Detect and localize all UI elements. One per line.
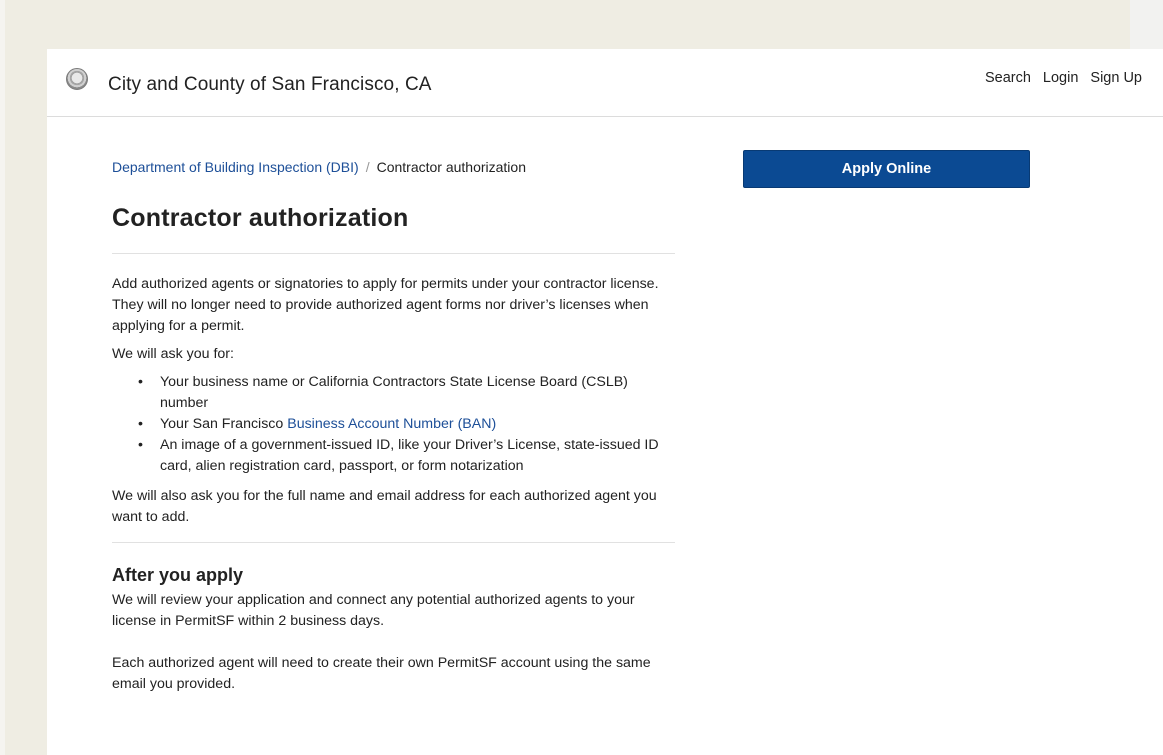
agent-account-text: Each authorized agent will need to creat… — [112, 655, 651, 692]
list-item: An image of a government-issued ID, like… — [138, 435, 675, 477]
backdrop-strip — [0, 0, 5, 755]
requirement-text: An image of a government-issued ID, like… — [160, 437, 659, 474]
divider — [112, 253, 675, 254]
also-text: We will also ask you for the full name a… — [112, 488, 657, 525]
site-header: City and County of San Francisco, CA Sea… — [47, 49, 1163, 117]
breadcrumb-separator: / — [365, 159, 370, 175]
ban-link[interactable]: Business Account Number (BAN) — [287, 416, 496, 432]
ask-heading: We will ask you for: — [112, 346, 234, 362]
top-nav: Search Login Sign Up — [985, 70, 1142, 86]
breadcrumb-dbi-link[interactable]: Department of Building Inspection (DBI) — [112, 159, 359, 175]
main-content: Department of Building Inspection (DBI) /… — [112, 159, 675, 695]
list-item: Your San Francisco Business Account Numb… — [138, 414, 675, 435]
breadcrumb: Department of Building Inspection (DBI) /… — [112, 159, 675, 175]
intro-text: Add authorized agents or signatories to … — [112, 276, 659, 334]
requirement-text: Your San Francisco — [160, 416, 288, 432]
search-link[interactable]: Search — [985, 70, 1031, 86]
list-item: Your business name or California Contrac… — [138, 372, 675, 414]
page-title: Contractor authorization — [112, 204, 409, 232]
requirement-text: Your business name or California Contrac… — [160, 374, 628, 411]
apply-online-button[interactable]: Apply Online — [743, 150, 1030, 188]
breadcrumb-current: Contractor authorization — [376, 159, 526, 175]
city-seal-icon[interactable] — [66, 68, 88, 90]
after-apply-heading: After you apply — [112, 565, 244, 585]
site-title[interactable]: City and County of San Francisco, CA — [108, 74, 432, 96]
requirements-list: Your business name or California Contrac… — [112, 372, 675, 477]
divider — [112, 542, 675, 543]
after-apply-text: We will review your application and conn… — [112, 592, 635, 629]
login-link[interactable]: Login — [1043, 70, 1078, 86]
signup-link[interactable]: Sign Up — [1090, 70, 1142, 86]
browser-page: City and County of San Francisco, CA Sea… — [47, 49, 1163, 755]
